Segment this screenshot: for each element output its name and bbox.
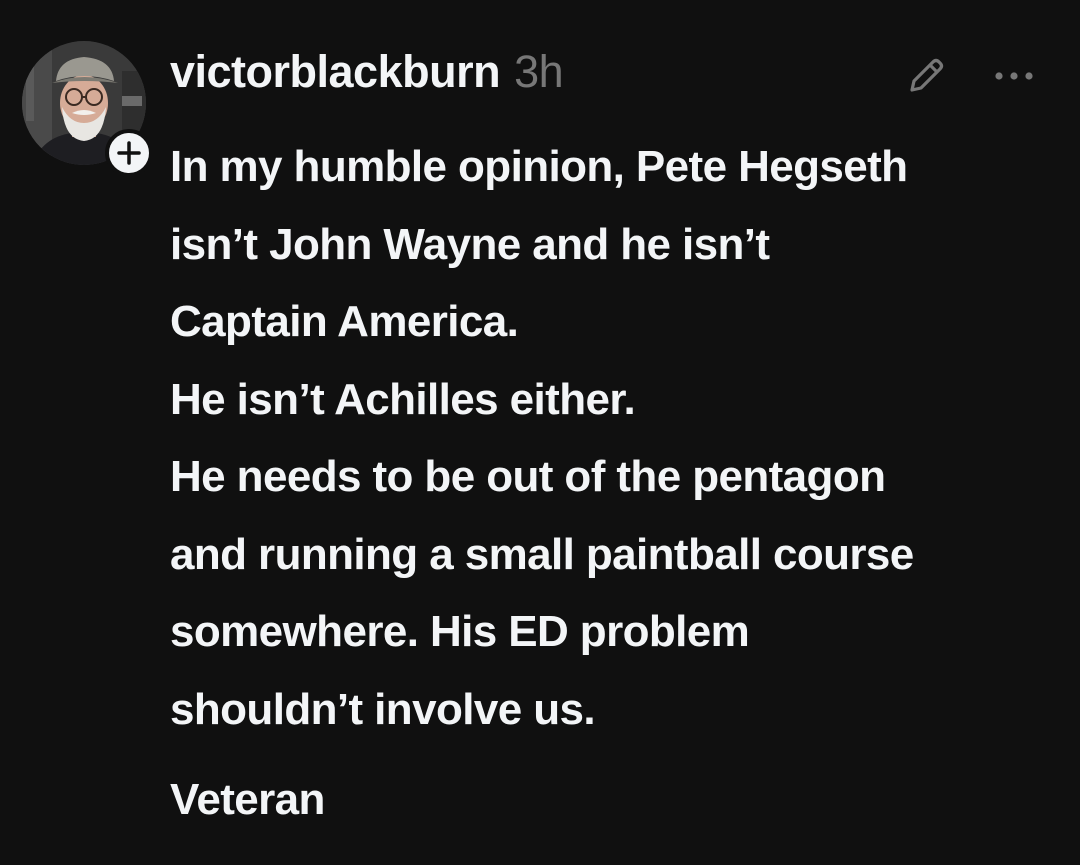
thread-post: victorblackburn 3h In my humble opinion,… [0,0,1080,865]
pencil-icon [910,58,944,92]
post-header: victorblackburn 3h [170,46,564,106]
post-body: In my humble opinion, Pete Hegseth isn’t… [170,128,1065,748]
post-signature: Veteran [170,775,325,824]
follow-button[interactable] [105,129,153,177]
avatar-container[interactable] [22,41,153,177]
post-timestamp[interactable]: 3h [514,46,564,98]
more-horizontal-icon [995,72,1033,80]
post-body-line: In my humble opinion, Pete Hegseth [170,142,908,191]
post-body-line: He needs to be out of the pentagon [170,452,886,501]
post-body-line: isn’t John Wayne and he isn’t [170,219,770,269]
more-options-button[interactable] [988,52,1040,100]
post-body-line: He isn’t Achilles either. [170,374,636,424]
plus-icon [117,141,141,165]
post-body-line: shouldn’t involve us. [170,684,596,734]
post-body-line: Captain America. [170,297,519,346]
username-link[interactable]: victorblackburn [170,46,501,98]
post-body-line: somewhere. His ED problem [170,607,750,656]
post-body-line: and running a small paintball course [170,529,914,579]
edit-button[interactable] [902,52,950,100]
